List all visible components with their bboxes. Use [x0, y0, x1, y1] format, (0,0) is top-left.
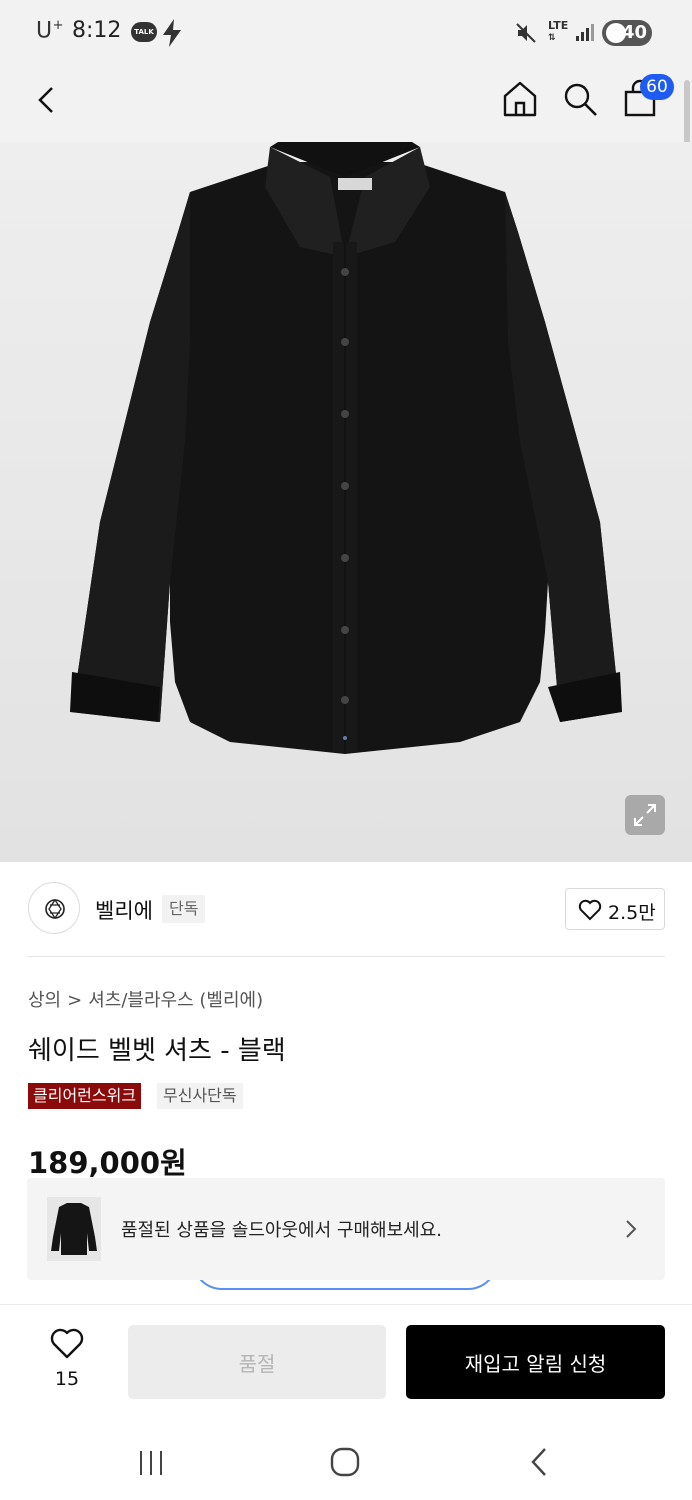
shirt-illustration: [70, 142, 622, 754]
product-image[interactable]: [0, 142, 692, 862]
breadcrumb-item-shirts[interactable]: 셔츠/블라우스 (벨리에): [88, 990, 263, 1011]
breadcrumb-separator: >: [67, 990, 83, 1011]
brand-like-count: 2.5만: [608, 902, 656, 924]
brand-name[interactable]: 벨리에: [95, 895, 153, 925]
soldout-banner-text: 품절된 상품을 솔드아웃에서 구매해보세요.: [121, 1220, 442, 1241]
expand-icon: [634, 804, 656, 826]
breadcrumb-item-top[interactable]: 상의: [28, 990, 61, 1011]
restock-alert-button[interactable]: 재입고 알림 신청: [406, 1325, 665, 1399]
wishlist-count: 15: [54, 1368, 80, 1390]
wishlist-heart-icon[interactable]: [50, 1328, 84, 1360]
peek-button-outline: [192, 1280, 498, 1290]
brand-exclusive-tag: 단독: [162, 895, 206, 923]
signal-icon: [576, 24, 594, 41]
recent-apps-icon[interactable]: [136, 1448, 166, 1478]
battery-indicator: 40: [602, 20, 652, 46]
breadcrumb: 상의 > 셔츠/블라우스 (벨리에): [28, 986, 263, 1012]
musinsa-exclusive-badge: 무신사단독: [157, 1083, 243, 1109]
clock: 8:12: [72, 18, 122, 43]
search-icon[interactable]: [560, 78, 600, 120]
mute-icon: [516, 23, 536, 43]
product-price: 189,000원: [28, 1146, 187, 1180]
carrier-label: U+: [36, 18, 65, 44]
brand-like-button[interactable]: 2.5만: [565, 888, 665, 930]
talk-notification-icon: TALK: [131, 22, 157, 42]
expand-image-button[interactable]: [625, 795, 665, 835]
bolt-icon: [163, 19, 181, 47]
heart-icon: [578, 899, 602, 921]
home-icon[interactable]: [500, 78, 540, 120]
home-button-icon[interactable]: [330, 1446, 360, 1478]
chevron-right-icon: [626, 1220, 637, 1238]
clearance-week-badge: 클리어런스위크: [28, 1083, 142, 1109]
brand-logo[interactable]: [28, 882, 80, 934]
nav-back-icon[interactable]: [528, 1446, 550, 1478]
leaf-icon: [606, 23, 626, 43]
soldout-banner[interactable]: 품절된 상품을 솔드아웃에서 구매해보세요.: [27, 1178, 665, 1280]
top-navigation: 60: [0, 64, 692, 142]
network-type: LTE ⇅: [548, 19, 569, 43]
back-icon[interactable]: [30, 80, 66, 120]
status-bar: U+ 8:12 TALK LTE ⇅ 40: [0, 0, 692, 64]
cart-count-badge: 60: [640, 74, 674, 100]
divider: [28, 956, 665, 957]
soldout-button[interactable]: 품절: [128, 1325, 386, 1399]
product-title: 쉐이드 벨벳 셔츠 - 블랙: [28, 1036, 286, 1066]
product-thumbnail: [47, 1197, 101, 1261]
content-peek: [27, 1280, 665, 1306]
brand-logo-icon: [45, 898, 65, 920]
